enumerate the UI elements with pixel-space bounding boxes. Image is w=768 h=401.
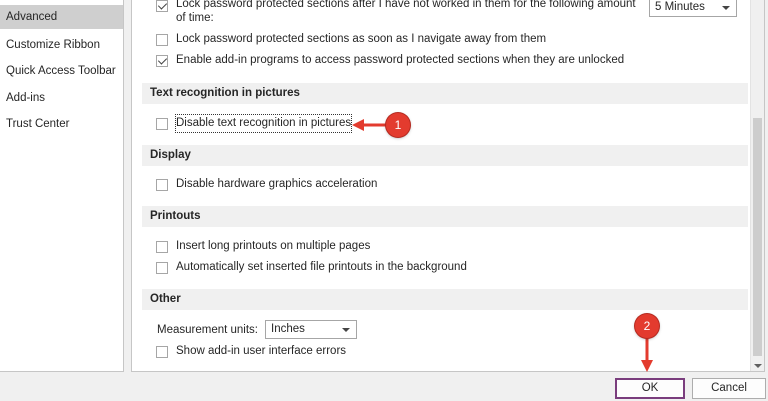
ok-button[interactable]: OK bbox=[615, 378, 685, 399]
option-lock-on-navigate[interactable]: Lock password protected sections as soon… bbox=[156, 31, 546, 49]
annotation-marker-1: 1 bbox=[386, 113, 410, 137]
section-header-display: Display bbox=[142, 145, 748, 166]
section-header-text-recognition: Text recognition in pictures bbox=[142, 83, 748, 104]
scroll-down-arrow-icon[interactable] bbox=[754, 364, 762, 368]
disable-hw-acceleration-label: Disable hardware graphics acceleration bbox=[176, 178, 378, 190]
options-scrollbar[interactable] bbox=[750, 0, 764, 371]
cancel-button[interactable]: Cancel bbox=[692, 378, 766, 399]
section-header-other: Other bbox=[142, 289, 748, 310]
option-lock-after-time[interactable]: Lock password protected sections after I… bbox=[156, 0, 636, 24]
scrollbar-thumb[interactable] bbox=[753, 118, 762, 356]
chevron-down-icon bbox=[342, 328, 350, 332]
lock-after-time-value: 5 Minutes bbox=[655, 1, 705, 13]
lock-after-time-dropdown[interactable]: 5 Minutes bbox=[649, 0, 737, 17]
lock-on-navigate-label: Lock password protected sections as soon… bbox=[176, 33, 547, 45]
nav-item-advanced[interactable]: Advanced bbox=[0, 5, 123, 29]
options-panel: Lock password protected sections after I… bbox=[131, 0, 765, 372]
nav-item-quick-access-toolbar[interactable]: Quick Access Toolbar bbox=[0, 59, 123, 83]
lock-after-time-label-line1: Lock password protected sections after I… bbox=[176, 0, 636, 10]
long-printouts-label: Insert long printouts on multiple pages bbox=[176, 240, 371, 252]
lock-after-time-checkbox[interactable] bbox=[156, 0, 168, 12]
nav-item-trust-center[interactable]: Trust Center bbox=[0, 112, 123, 136]
lock-on-navigate-checkbox[interactable] bbox=[156, 34, 168, 46]
auto-background-label: Automatically set inserted file printout… bbox=[176, 261, 467, 273]
option-long-printouts[interactable]: Insert long printouts on multiple pages bbox=[156, 238, 370, 256]
option-disable-hw-acceleration[interactable]: Disable hardware graphics acceleration bbox=[156, 176, 377, 194]
enable-addins-label: Enable add-in programs to access passwor… bbox=[176, 54, 625, 66]
disable-text-recognition-checkbox[interactable] bbox=[156, 118, 168, 130]
option-show-addin-errors[interactable]: Show add-in user interface errors bbox=[156, 343, 346, 361]
show-addin-errors-label: Show add-in user interface errors bbox=[176, 345, 347, 357]
annotation-marker-2: 2 bbox=[635, 314, 659, 338]
option-auto-background[interactable]: Automatically set inserted file printout… bbox=[156, 259, 467, 277]
measurement-units-dropdown[interactable]: Inches bbox=[265, 320, 357, 339]
chevron-down-icon bbox=[722, 6, 730, 10]
enable-addins-checkbox[interactable] bbox=[156, 55, 168, 67]
disable-hw-acceleration-checkbox[interactable] bbox=[156, 179, 168, 191]
disable-text-recognition-label: Disable text recognition in pictures bbox=[174, 114, 353, 133]
long-printouts-checkbox[interactable] bbox=[156, 241, 168, 253]
measurement-units-label: Measurement units: bbox=[157, 324, 258, 336]
show-addin-errors-checkbox[interactable] bbox=[156, 346, 168, 358]
auto-background-checkbox[interactable] bbox=[156, 262, 168, 274]
options-nav: Advanced Customize Ribbon Quick Access T… bbox=[0, 0, 124, 372]
nav-item-add-ins[interactable]: Add-ins bbox=[0, 86, 123, 110]
section-header-printouts: Printouts bbox=[142, 206, 748, 227]
lock-after-time-label-line2: of time: bbox=[176, 12, 214, 24]
measurement-units-value: Inches bbox=[271, 323, 305, 335]
option-disable-text-recognition[interactable]: Disable text recognition in pictures bbox=[156, 114, 353, 133]
nav-item-customize-ribbon[interactable]: Customize Ribbon bbox=[0, 33, 123, 57]
option-enable-addins[interactable]: Enable add-in programs to access passwor… bbox=[156, 52, 624, 70]
